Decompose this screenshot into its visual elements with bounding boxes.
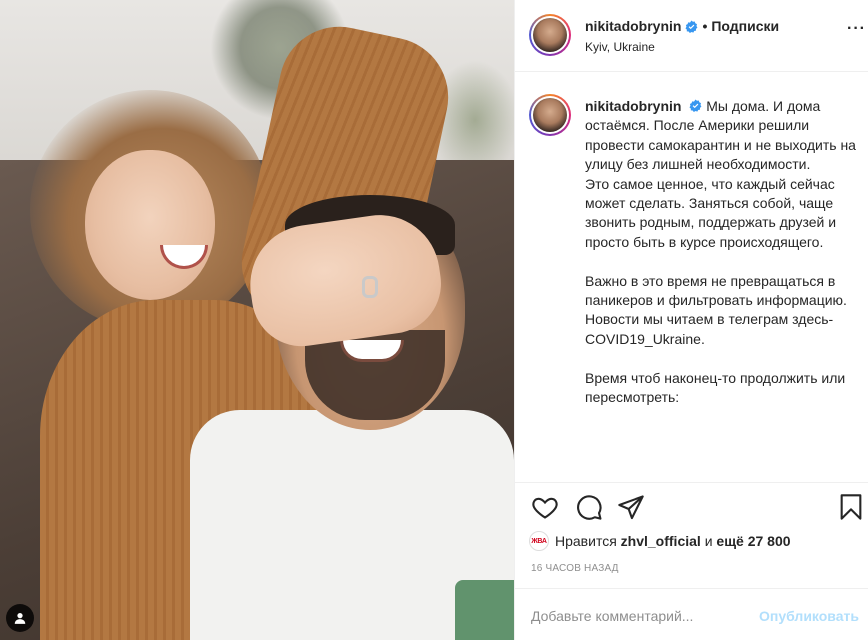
- caption-paragraph: Это самое ценное, что каждый сейчас може…: [585, 175, 837, 250]
- user-tag-icon: [14, 613, 26, 624]
- post-location[interactable]: Kyiv, Ukraine: [585, 40, 655, 54]
- photo-tshirt-print: [455, 580, 514, 640]
- likes-count-button[interactable]: ещё 27 800: [716, 533, 790, 549]
- post-photo[interactable]: [0, 0, 514, 640]
- liker-username[interactable]: zhvl_official: [621, 533, 701, 549]
- photo-ring: [362, 276, 378, 298]
- heart-icon[interactable]: [531, 493, 559, 521]
- caption-paragraph: Новости мы читаем в телеграм здесь- COVI…: [585, 311, 834, 347]
- comment-icon[interactable]: [575, 493, 603, 521]
- liker-avatar[interactable]: ЖВА: [529, 531, 549, 551]
- likes-and: и: [704, 533, 713, 549]
- caption-text: nikitadobrynin Мы дома. И дома остаёмся.…: [585, 97, 860, 407]
- comment-form: Опубликовать: [515, 588, 868, 640]
- author-avatar[interactable]: [529, 14, 571, 56]
- likes-prefix: Нравится: [555, 533, 617, 549]
- more-options-button[interactable]: ···: [847, 20, 866, 38]
- caption-paragraph: Важно в это время не превращаться в пани…: [585, 272, 847, 309]
- action-bar: [515, 482, 868, 532]
- likes-line: ЖВА Нравится zhvl_official и ещё 27 800: [529, 530, 791, 552]
- post-header: nikitadobrynin • Подписки Kyiv, Ukraine …: [515, 0, 868, 72]
- share-icon[interactable]: [617, 493, 645, 521]
- caption-area: nikitadobrynin Мы дома. И дома остаёмся.…: [515, 72, 868, 482]
- user-tag-button[interactable]: [6, 604, 34, 632]
- author-line: nikitadobrynin • Подписки: [585, 18, 779, 34]
- photo-woman-face: [85, 150, 215, 300]
- publish-button[interactable]: Опубликовать: [759, 608, 859, 624]
- bookmark-icon[interactable]: [837, 493, 865, 521]
- caption-avatar[interactable]: [529, 94, 571, 136]
- verified-badge-icon: [689, 99, 702, 112]
- following-button[interactable]: Подписки: [711, 18, 779, 34]
- post-side-panel: nikitadobrynin • Подписки Kyiv, Ukraine …: [514, 0, 868, 640]
- comment-input[interactable]: [531, 605, 751, 627]
- author-username[interactable]: nikitadobrynin: [585, 18, 681, 34]
- post-timestamp[interactable]: 16 часов назад: [531, 563, 619, 574]
- header-dot: •: [702, 18, 708, 34]
- verified-badge-icon: [685, 20, 698, 33]
- caption-username[interactable]: nikitadobrynin: [585, 98, 681, 114]
- caption-paragraph: Время чтоб наконец-то продолжить или пер…: [585, 369, 846, 406]
